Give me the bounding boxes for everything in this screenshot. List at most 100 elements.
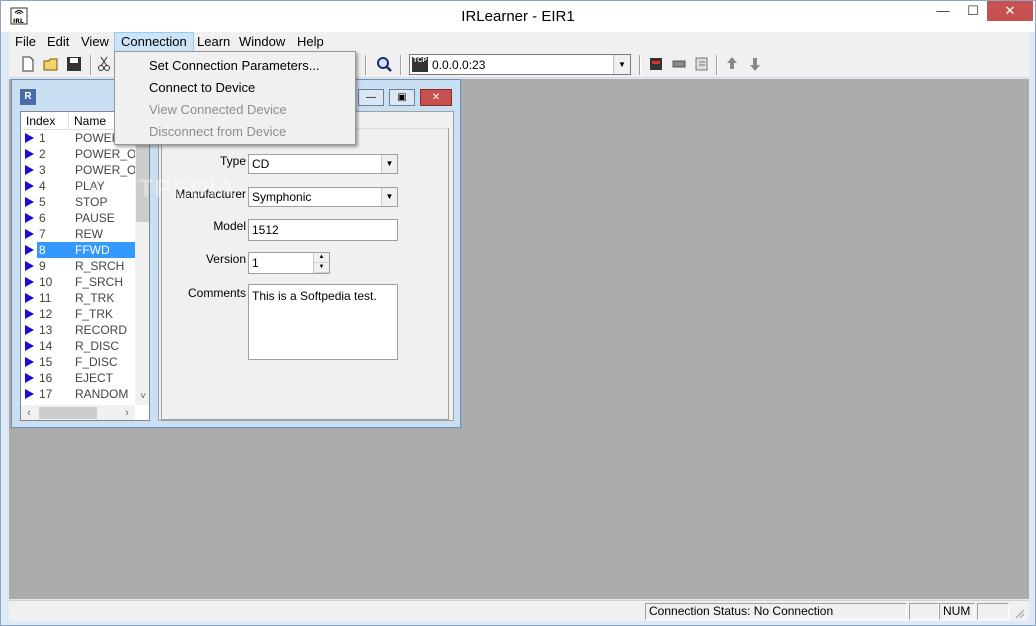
- version-stepper[interactable]: 1 ▲ ▼: [248, 252, 330, 274]
- row-name: F_TRK: [75, 307, 114, 321]
- minimize-button[interactable]: —: [929, 1, 957, 23]
- address-combo[interactable]: TCP 0.0.0.0:23 ▼: [409, 54, 631, 75]
- ir-code-icon: [25, 389, 34, 399]
- column-header-index[interactable]: Index: [21, 112, 69, 130]
- menu-edit[interactable]: Edit: [41, 32, 75, 52]
- menu-file[interactable]: File: [9, 32, 42, 52]
- vertical-scrollbar[interactable]: ˅: [135, 112, 149, 405]
- manufacturer-dropdown[interactable]: Symphonic ▼: [248, 187, 398, 207]
- scroll-down-icon[interactable]: ˅: [135, 388, 149, 405]
- toolbar-separator: [365, 55, 367, 75]
- list-item[interactable]: 9 R_SRCH: [21, 258, 135, 274]
- learn-icon[interactable]: [670, 55, 688, 73]
- ir-code-icon: [25, 357, 34, 367]
- list-item[interactable]: 16 EJECT: [21, 370, 135, 386]
- comments-textarea[interactable]: This is a Softpedia test.: [248, 284, 398, 360]
- row-index: 11: [39, 291, 52, 305]
- list-item[interactable]: 15 F_DISC: [21, 354, 135, 370]
- title-bar[interactable]: IRL IRLearner - EIR1 — ☐ ✕: [1, 1, 1035, 32]
- row-index: 14: [39, 339, 53, 353]
- horizontal-scrollbar[interactable]: ‹ ›: [21, 405, 135, 420]
- list-item[interactable]: 12 F_TRK: [21, 306, 135, 322]
- status-panel-empty: [909, 603, 939, 620]
- version-label: Version: [205, 252, 246, 266]
- connection-menu-dropdown: Set Connection Parameters... Connect to …: [114, 51, 356, 145]
- menu-help[interactable]: Help: [291, 32, 330, 52]
- row-index: 10: [39, 275, 53, 289]
- model-field[interactable]: 1512: [248, 219, 398, 241]
- horizontal-scroll-thumb[interactable]: [39, 407, 97, 419]
- row-index: 8: [39, 243, 46, 257]
- menu-learn[interactable]: Learn: [191, 32, 236, 52]
- button-list[interactable]: Index Name 1 POWER 2 POWER_ON 3 POWER_OFF 4 PLA…: [20, 111, 150, 421]
- list-item[interactable]: 14 R_DISC: [21, 338, 135, 354]
- child-restore-button[interactable]: ▣: [389, 89, 415, 106]
- menu-connection[interactable]: Connection: [114, 32, 194, 52]
- type-dropdown[interactable]: CD ▼: [248, 154, 398, 174]
- chevron-down-icon[interactable]: ▼: [613, 55, 630, 74]
- chevron-down-icon[interactable]: ▼: [381, 155, 397, 173]
- child-window-icon: R: [20, 89, 36, 105]
- row-name: R_SRCH: [75, 259, 125, 273]
- cut-icon[interactable]: [95, 55, 113, 73]
- type-label: Type: [219, 154, 246, 168]
- status-bar: Connection Status: No Connection NUM: [9, 600, 1029, 621]
- scroll-left-icon[interactable]: ‹: [21, 405, 37, 420]
- row-index: 13: [39, 323, 53, 337]
- row-index: 15: [39, 355, 53, 369]
- list-item[interactable]: 2 POWER_ON: [21, 146, 145, 162]
- ir-code-icon: [25, 213, 34, 223]
- close-button[interactable]: ✕: [987, 1, 1033, 21]
- list-item[interactable]: 8 FFWD: [21, 242, 135, 258]
- address-value: 0.0.0.0:23: [432, 58, 486, 72]
- row-index: 9: [39, 259, 46, 273]
- ir-code-icon: [25, 229, 34, 239]
- chevron-down-icon[interactable]: ▼: [381, 188, 397, 206]
- toolbar-separator: [400, 55, 402, 75]
- row-name: PAUSE: [75, 211, 115, 225]
- row-index: 16: [39, 371, 53, 385]
- list-item[interactable]: 10 F_SRCH: [21, 274, 135, 290]
- list-item[interactable]: 17 RANDOM: [21, 386, 135, 402]
- list-item[interactable]: 6 PAUSE: [21, 210, 135, 226]
- spin-buttons[interactable]: ▲ ▼: [313, 253, 329, 273]
- new-icon[interactable]: [19, 55, 37, 73]
- menu-window[interactable]: Window: [233, 32, 291, 52]
- scroll-right-icon[interactable]: ›: [119, 405, 135, 420]
- list-item[interactable]: 7 REW: [21, 226, 135, 242]
- upload-icon[interactable]: [723, 55, 741, 73]
- device-icon[interactable]: [647, 55, 665, 73]
- toolbar-separator: [716, 55, 718, 75]
- menu-view[interactable]: View: [75, 32, 115, 52]
- child-close-button[interactable]: ✕: [420, 89, 452, 106]
- tcp-icon: TCP: [412, 57, 428, 72]
- open-icon[interactable]: [42, 55, 60, 73]
- row-index: 12: [39, 307, 53, 321]
- watermark: SOFTPEDIA: [84, 175, 237, 203]
- edit-icon[interactable]: [693, 55, 711, 73]
- find-icon[interactable]: [375, 55, 393, 73]
- save-icon[interactable]: [65, 55, 83, 73]
- menu-item-set-connection-parameters[interactable]: Set Connection Parameters...: [149, 58, 320, 73]
- spin-up-icon[interactable]: ▲: [314, 253, 329, 263]
- row-name: FFWD: [75, 243, 110, 257]
- model-label: Model: [213, 219, 246, 233]
- download-icon[interactable]: [746, 55, 764, 73]
- device-properties-panel: Type CD ▼ Manufacturer Symphonic ▼ Model…: [158, 111, 454, 421]
- list-item[interactable]: 11 R_TRK: [21, 290, 135, 306]
- row-index: 2: [39, 147, 46, 161]
- row-index: 6: [39, 211, 46, 225]
- row-index: 1: [39, 131, 46, 145]
- ir-code-icon: [25, 245, 34, 255]
- status-panel-empty: [977, 603, 1009, 620]
- window-title: IRLearner - EIR1: [461, 8, 575, 25]
- ir-code-icon: [25, 165, 34, 175]
- child-minimize-button[interactable]: —: [358, 89, 384, 106]
- list-item[interactable]: 13 RECORD: [21, 322, 135, 338]
- comments-label: Comments: [187, 286, 246, 300]
- ir-code-icon: [25, 149, 34, 159]
- spin-down-icon[interactable]: ▼: [314, 263, 329, 273]
- menu-item-connect-to-device[interactable]: Connect to Device: [149, 80, 255, 95]
- maximize-button[interactable]: ☐: [959, 1, 987, 23]
- resize-grip-icon[interactable]: [1013, 607, 1025, 619]
